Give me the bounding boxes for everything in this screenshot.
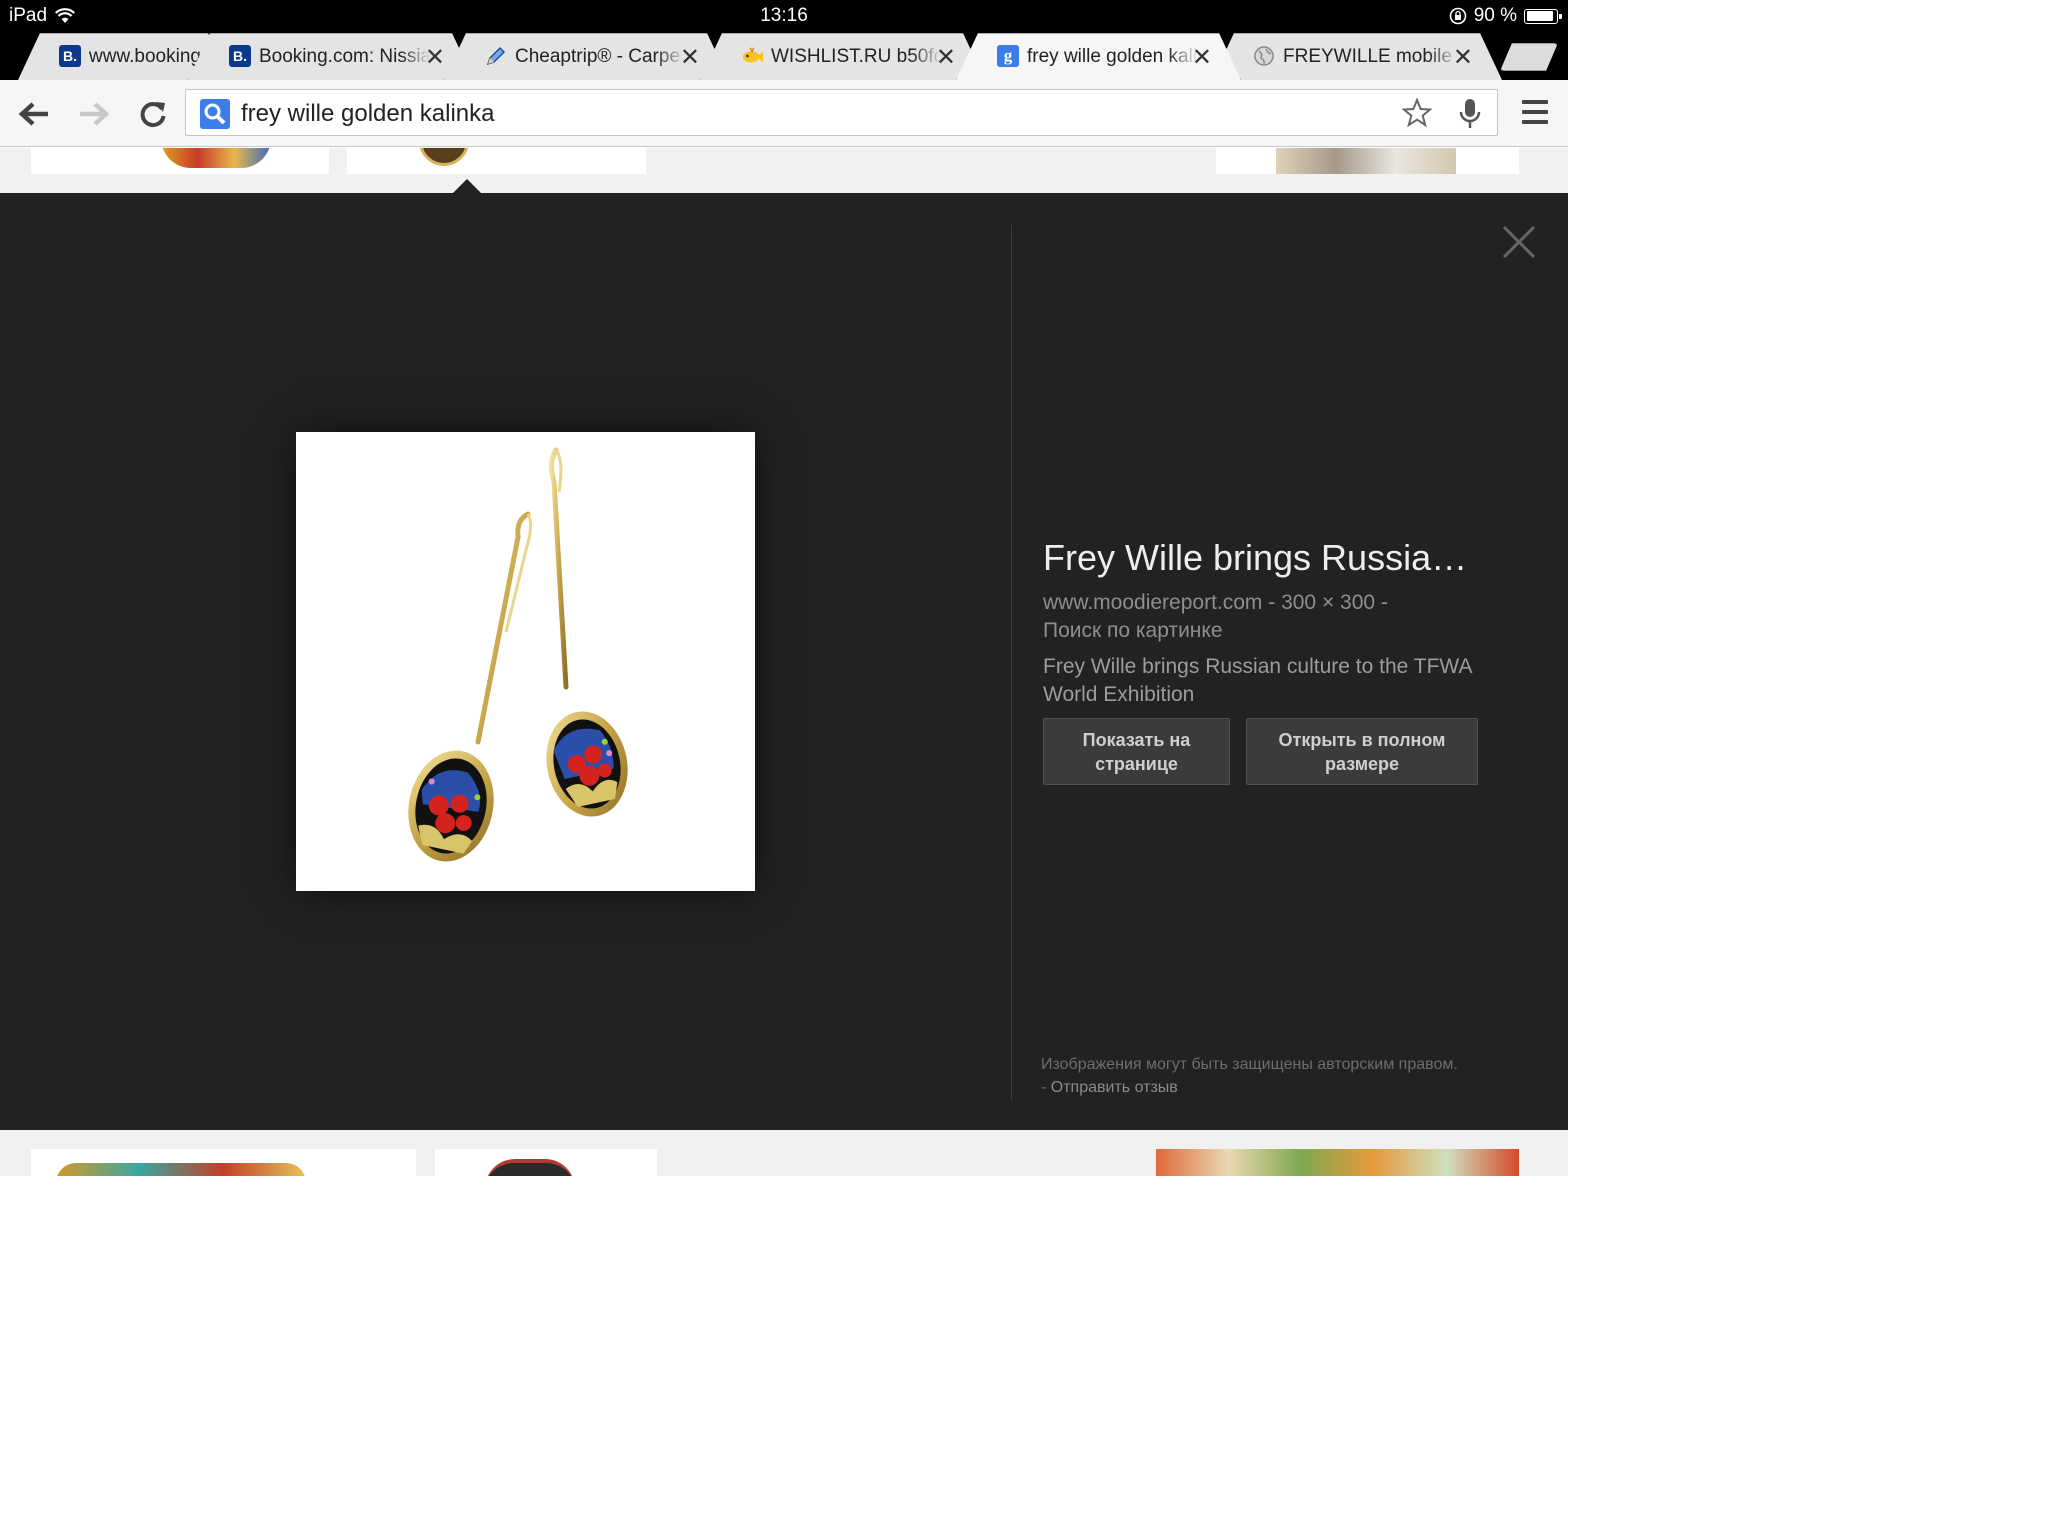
reload-icon	[140, 102, 166, 128]
image-title[interactable]: Frey Wille brings Russia…	[1043, 537, 1483, 579]
menu-icon[interactable]	[1522, 100, 1548, 130]
copyright-notice: Изображения могут быть защищены авторски…	[1041, 1053, 1461, 1099]
selection-caret	[452, 179, 482, 194]
open-full-size-button[interactable]: Открыть в полном размере	[1246, 718, 1478, 785]
browser-toolbar: frey wille golden kalinka	[0, 80, 1568, 147]
image-meta: www.moodiereport.com - 300 × 300 - Поиск…	[1043, 589, 1483, 645]
tab-strip: B. www.booking.com B. Booking.com: Nissi…	[0, 31, 1568, 80]
tab-wishlist[interactable]: WISHLIST.RU b50fc9 ✕	[700, 33, 985, 80]
search-icon	[200, 99, 230, 129]
back-button[interactable]	[14, 94, 54, 134]
star-icon[interactable]	[1402, 98, 1432, 128]
results-strip-bottom	[0, 1130, 1568, 1176]
panel-divider	[1011, 225, 1012, 1100]
tab-cheaptrip[interactable]: Cheaptrip® - Carpe Diem ✕	[444, 33, 729, 80]
show-on-page-button[interactable]: Показать на странице	[1043, 718, 1230, 785]
preview-image[interactable]	[296, 432, 755, 891]
google-icon: g	[997, 45, 1019, 67]
forward-icon	[80, 102, 110, 126]
tab-title: WISHLIST.RU b50fc9	[771, 46, 942, 67]
result-thumbnail[interactable]	[31, 1149, 416, 1176]
new-tab-button[interactable]	[1500, 43, 1558, 71]
close-tab-icon[interactable]: ✕	[1192, 43, 1212, 72]
tab-title: Booking.com: Nissia	[259, 46, 431, 67]
tab-booking-2[interactable]: B. Booking.com: Nissia ✕	[188, 33, 474, 80]
close-tab-icon[interactable]: ✕	[1453, 43, 1473, 72]
legal-separator: -	[1041, 1079, 1051, 1096]
tab-title: Cheaptrip® - Carpe Diem	[515, 46, 681, 67]
battery-icon	[1524, 8, 1562, 24]
image-preview-panel: Frey Wille brings Russia… www.moodierepo…	[0, 193, 1568, 1130]
search-by-image-link[interactable]: Поиск по картинке	[1043, 617, 1483, 645]
result-thumbnail[interactable]	[435, 1149, 657, 1176]
booking-icon: B.	[229, 45, 251, 67]
preview-actions: Показать на странице Открыть в полном ра…	[1043, 718, 1478, 785]
clock: 13:16	[760, 5, 808, 26]
earrings-image	[408, 447, 628, 862]
send-feedback-link[interactable]: Отправить отзыв	[1051, 1079, 1178, 1096]
close-tab-icon[interactable]: ✕	[425, 43, 445, 72]
rotation-lock-icon	[1449, 7, 1466, 25]
close-tab-icon[interactable]: ✕	[936, 43, 956, 72]
image-source-size[interactable]: www.moodiereport.com - 300 × 300 -	[1043, 589, 1483, 617]
image-info: Frey Wille brings Russia… www.moodierepo…	[1043, 537, 1483, 709]
booking-icon: B.	[59, 45, 81, 67]
omnibox-query[interactable]: frey wille golden kalinka	[241, 100, 494, 128]
wishlist-fish-icon	[741, 45, 763, 67]
close-tab-icon[interactable]: ✕	[680, 43, 700, 72]
forward-button[interactable]	[74, 94, 114, 134]
globe-icon	[1253, 45, 1275, 67]
result-thumbnail[interactable]	[347, 148, 646, 174]
result-thumbnail[interactable]	[1156, 1149, 1519, 1176]
omnibox[interactable]: frey wille golden kalinka	[185, 89, 1498, 136]
tab-google-search[interactable]: g frey wille golden kalinka ✕	[956, 33, 1241, 80]
battery-percent: 90 %	[1473, 5, 1517, 26]
back-icon	[18, 102, 48, 126]
reload-button[interactable]	[133, 94, 173, 134]
results-strip-top	[0, 148, 1568, 193]
image-description: Frey Wille brings Russian culture to the…	[1043, 655, 1472, 706]
result-thumbnail[interactable]	[1216, 148, 1519, 174]
pencil-icon	[485, 45, 507, 67]
copyright-text: Изображения могут быть защищены авторски…	[1041, 1056, 1458, 1073]
tab-freywille[interactable]: FREYWILLE mobile ✕	[1212, 33, 1502, 80]
mic-icon[interactable]	[1459, 98, 1481, 130]
tab-title: frey wille golden kalinka	[1027, 46, 1198, 67]
tab-title: FREYWILLE mobile	[1283, 46, 1452, 67]
result-thumbnail[interactable]	[31, 148, 329, 174]
close-icon[interactable]	[1500, 223, 1538, 261]
status-bar: iPad 13:16 90 %	[0, 0, 1568, 31]
